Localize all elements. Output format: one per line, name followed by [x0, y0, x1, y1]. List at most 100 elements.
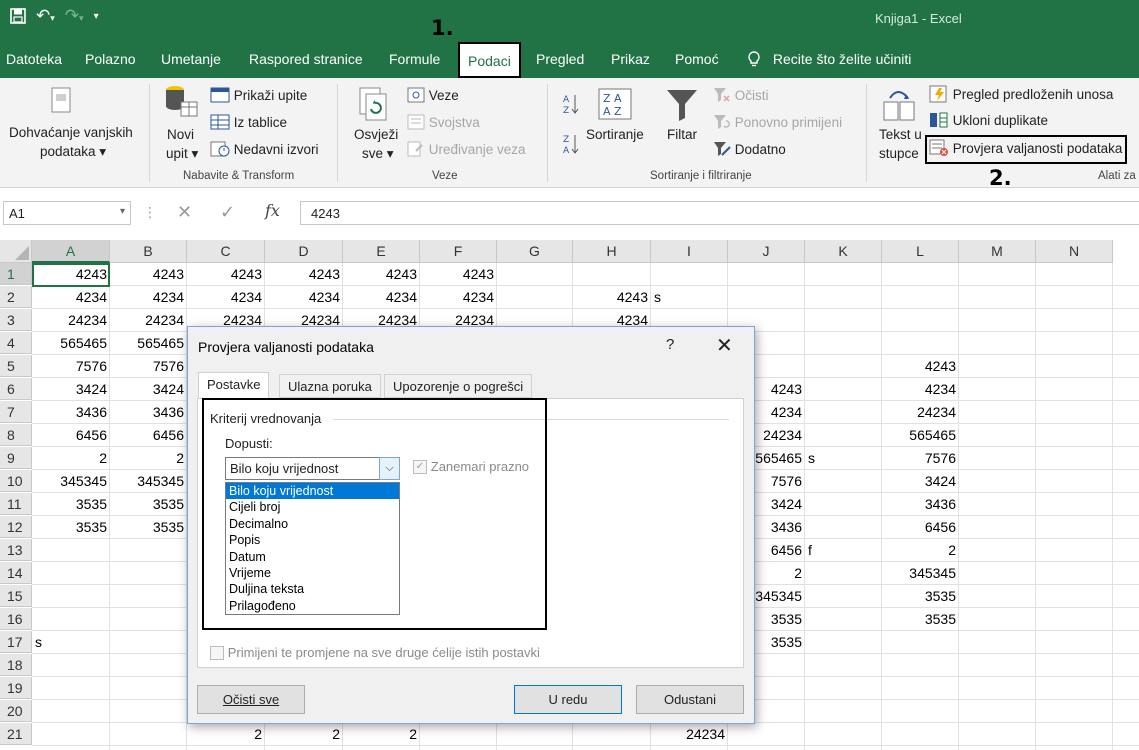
- redo-icon[interactable]: ↷▾: [65, 7, 84, 29]
- edit-links-button[interactable]: Uređivanje veza: [407, 141, 526, 160]
- tab-review[interactable]: Pregled: [536, 51, 584, 67]
- show-queries-button[interactable]: Prikaži upite: [210, 87, 307, 106]
- column-header-j[interactable]: J: [728, 240, 805, 263]
- table-cell[interactable]: 2: [32, 447, 110, 469]
- tab-home[interactable]: Polazno: [85, 51, 136, 67]
- column-header-e[interactable]: E: [343, 240, 420, 263]
- column-header-g[interactable]: G: [497, 240, 573, 263]
- table-cell[interactable]: 2: [187, 723, 265, 745]
- table-cell[interactable]: 24234: [651, 723, 728, 745]
- table-cell[interactable]: 3436: [110, 401, 187, 423]
- formula-bar-resize-icon[interactable]: ⋮: [143, 204, 157, 221]
- table-cell[interactable]: 3535: [32, 516, 110, 538]
- row-header-9[interactable]: 9: [0, 447, 32, 469]
- table-cell[interactable]: 4234: [420, 286, 497, 308]
- row-header-18[interactable]: 18: [0, 654, 32, 676]
- row-header-7[interactable]: 7: [0, 401, 32, 423]
- tab-page-layout[interactable]: Raspored stranice: [249, 51, 363, 67]
- row-header-1[interactable]: 1: [0, 263, 32, 285]
- tab-settings[interactable]: Postavke: [198, 372, 270, 399]
- table-cell[interactable]: f: [805, 539, 882, 561]
- table-cell[interactable]: 3424: [110, 378, 187, 400]
- apply-to-all-checkbox[interactable]: Primijeni te promjene na sve druge ćelij…: [210, 645, 540, 661]
- row-header-5[interactable]: 5: [0, 355, 32, 377]
- column-header-d[interactable]: D: [265, 240, 343, 263]
- name-box-dropdown-icon[interactable]: ▾: [120, 206, 125, 217]
- table-cell[interactable]: 4234: [187, 286, 265, 308]
- tab-formulas[interactable]: Formule: [389, 51, 440, 67]
- table-cell[interactable]: 565465: [32, 332, 110, 354]
- ok-button[interactable]: U redu: [514, 685, 622, 714]
- tab-help[interactable]: Pomoć: [675, 51, 719, 67]
- column-header-h[interactable]: H: [573, 240, 651, 263]
- column-header-b[interactable]: B: [110, 240, 187, 263]
- tab-file[interactable]: Datoteka: [6, 51, 62, 67]
- row-header-15[interactable]: 15: [0, 585, 32, 607]
- table-cell[interactable]: 3535: [110, 516, 187, 538]
- row-header-16[interactable]: 16: [0, 608, 32, 630]
- row-header-8[interactable]: 8: [0, 424, 32, 446]
- cancel-button[interactable]: Odustani: [636, 685, 744, 714]
- row-header-14[interactable]: 14: [0, 562, 32, 584]
- tab-error-alert[interactable]: Upozorenje o pogrešci: [384, 374, 533, 398]
- table-cell[interactable]: 4243: [573, 286, 651, 308]
- from-table-button[interactable]: Iz tablice: [210, 114, 287, 133]
- tab-view[interactable]: Prikaz: [611, 51, 650, 67]
- table-cell[interactable]: 3424: [882, 470, 959, 492]
- table-cell[interactable]: s: [651, 286, 728, 308]
- table-cell[interactable]: s: [805, 447, 882, 469]
- tell-me-box[interactable]: Recite što želite učiniti: [747, 51, 911, 67]
- formula-input[interactable]: 4243: [300, 201, 1139, 225]
- data-validation-button[interactable]: Provjera valjanosti podataka: [925, 135, 1128, 164]
- row-header-19[interactable]: 19: [0, 677, 32, 699]
- row-header-20[interactable]: 20: [0, 700, 32, 722]
- table-cell[interactable]: 3424: [32, 378, 110, 400]
- table-cell[interactable]: 565465: [882, 424, 959, 446]
- undo-icon[interactable]: ↶▾: [36, 7, 55, 29]
- row-header-13[interactable]: 13: [0, 539, 32, 561]
- table-cell[interactable]: 3535: [882, 585, 959, 607]
- confirm-entry-icon[interactable]: ✓: [220, 202, 235, 223]
- table-cell[interactable]: 6456: [32, 424, 110, 446]
- table-cell[interactable]: 4243: [420, 263, 497, 285]
- table-cell[interactable]: 3436: [32, 401, 110, 423]
- advanced-filter-button[interactable]: Dodatno: [713, 141, 786, 160]
- table-cell[interactable]: 24234: [882, 401, 959, 423]
- table-cell[interactable]: 24234: [110, 309, 187, 331]
- table-cell[interactable]: 7576: [110, 355, 187, 377]
- column-header-l[interactable]: L: [882, 240, 959, 263]
- table-cell[interactable]: 565465: [110, 332, 187, 354]
- table-cell[interactable]: 3535: [110, 493, 187, 515]
- table-cell[interactable]: 6456: [110, 424, 187, 446]
- customize-qat-icon[interactable]: ▾: [94, 8, 99, 29]
- table-cell[interactable]: 345345: [32, 470, 110, 492]
- row-header-21[interactable]: 21: [0, 723, 32, 745]
- recent-sources-button[interactable]: Nedavni izvori: [210, 141, 319, 160]
- row-header-17[interactable]: 17: [0, 631, 32, 653]
- insert-function-icon[interactable]: fx: [265, 201, 280, 220]
- row-header-4[interactable]: 4: [0, 332, 32, 354]
- table-cell[interactable]: 4243: [882, 355, 959, 377]
- row-header-10[interactable]: 10: [0, 470, 32, 492]
- tab-insert[interactable]: Umetanje: [161, 51, 221, 67]
- row-header-6[interactable]: 6: [0, 378, 32, 400]
- table-cell[interactable]: 7576: [882, 447, 959, 469]
- table-cell[interactable]: 345345: [882, 562, 959, 584]
- row-header-2[interactable]: 2: [0, 286, 32, 308]
- help-button[interactable]: ?: [666, 336, 674, 353]
- column-header-c[interactable]: C: [187, 240, 265, 263]
- table-cell[interactable]: 4243: [265, 263, 343, 285]
- row-header-12[interactable]: 12: [0, 516, 32, 538]
- name-box[interactable]: A1 ▾: [3, 201, 131, 225]
- column-header-m[interactable]: M: [959, 240, 1036, 263]
- table-cell[interactable]: 4243: [187, 263, 265, 285]
- table-cell[interactable]: 4243: [343, 263, 420, 285]
- table-cell[interactable]: 2: [110, 447, 187, 469]
- tab-data[interactable]: Podaci: [458, 42, 521, 78]
- table-cell[interactable]: 2: [882, 539, 959, 561]
- table-cell[interactable]: 345345: [110, 470, 187, 492]
- remove-duplicates-button[interactable]: Ukloni duplikate: [929, 111, 1048, 132]
- properties-button[interactable]: Svojstva: [407, 114, 480, 133]
- table-cell[interactable]: 2: [265, 723, 343, 745]
- column-header-n[interactable]: N: [1036, 240, 1113, 263]
